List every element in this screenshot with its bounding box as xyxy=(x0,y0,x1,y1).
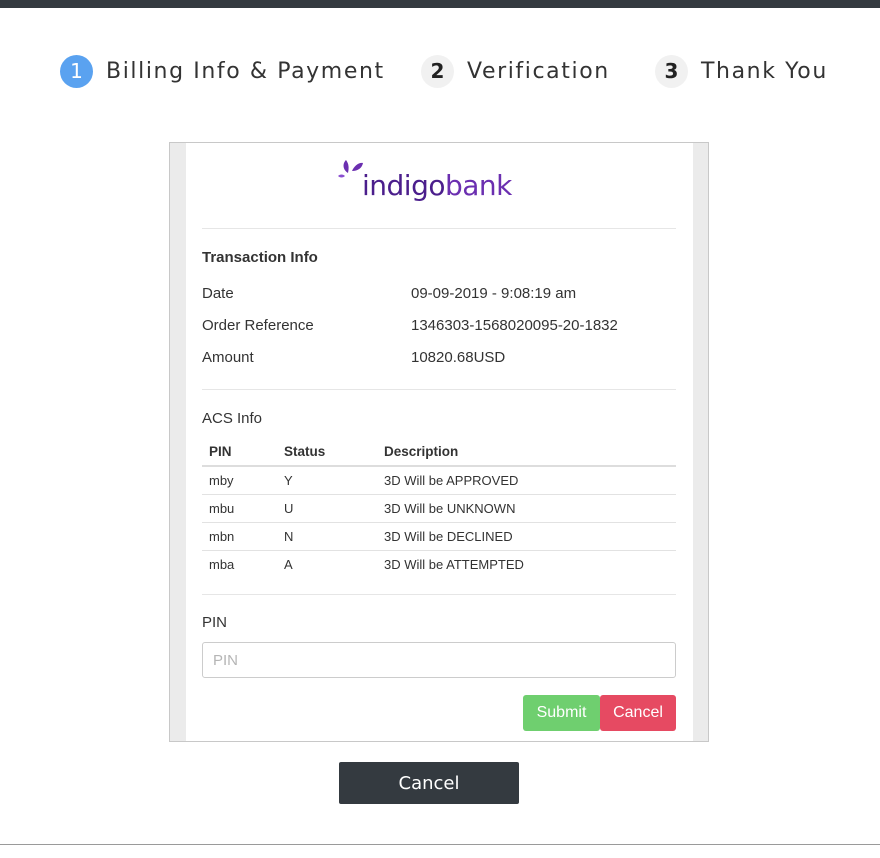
date-value: 09-09-2019 - 9:08:19 am xyxy=(411,285,577,302)
step-label-billing: Billing Info & Payment xyxy=(106,58,385,84)
cell-description: 3D Will be DECLINED xyxy=(377,522,676,551)
table-row: mby Y 3D Will be APPROVED xyxy=(202,466,676,495)
column-header-pin: PIN xyxy=(202,438,277,467)
order-reference-label: Order Reference xyxy=(202,317,314,334)
cell-pin: mba xyxy=(209,556,235,572)
bank-logo: indigobank xyxy=(336,157,536,207)
pin-label: PIN xyxy=(202,614,228,631)
order-reference-value: 1346303-1568020095-20-1832 xyxy=(411,317,618,334)
amount-label: Amount xyxy=(202,349,254,366)
divider xyxy=(202,228,676,229)
step-verification: 2 Verification xyxy=(421,54,610,88)
acs-table: PIN Status Description mby Y 3D Will be … xyxy=(202,438,676,578)
pin-input[interactable] xyxy=(202,642,676,678)
step-billing-info: 1 Billing Info & Payment xyxy=(60,54,385,88)
top-bar xyxy=(0,0,880,8)
step-number-3: 3 xyxy=(655,54,688,88)
bottom-divider xyxy=(0,844,880,845)
step-label-thank-you: Thank You xyxy=(701,58,828,84)
transaction-info-title: Transaction Info xyxy=(202,249,318,266)
cell-status: U xyxy=(277,494,377,523)
step-number-1: 1 xyxy=(60,54,93,88)
cancel-button[interactable]: Cancel xyxy=(600,695,676,731)
acs-panel: indigobank Transaction Info Date 09-09-2… xyxy=(186,143,693,741)
cell-description: 3D Will be UNKNOWN xyxy=(377,494,676,523)
outer-cancel-button[interactable]: Cancel xyxy=(339,762,519,804)
step-number-2: 2 xyxy=(421,54,454,88)
acs-info-title: ACS Info xyxy=(202,410,263,427)
cell-pin: mbn xyxy=(202,522,277,551)
logo-text-bank: bank xyxy=(444,169,512,202)
table-row: mbu U 3D Will be UNKNOWN xyxy=(202,494,676,523)
table-header-row: PIN Status Description xyxy=(202,438,676,467)
logo-text-indigo: indigo xyxy=(362,169,445,202)
cell-description: 3D Will be APPROVED xyxy=(377,466,676,495)
cell-pin: mby xyxy=(202,466,277,495)
table-row: mbn N 3D Will be DECLINED xyxy=(202,522,676,551)
step-label-verification: Verification xyxy=(467,58,610,84)
date-label: Date xyxy=(202,285,234,302)
submit-button[interactable]: Submit xyxy=(523,695,600,731)
amount-value: 10820.68USD xyxy=(411,349,506,366)
cell-pin: mbu xyxy=(202,494,277,523)
acs-frame: indigobank Transaction Info Date 09-09-2… xyxy=(169,142,709,742)
divider xyxy=(202,389,676,390)
cell-description: 3D Will be ATTEMPTED xyxy=(384,556,524,572)
cell-status: N xyxy=(277,522,377,551)
table-row: mba A 3D Will be ATTEMPTED xyxy=(202,550,676,578)
bank-logo-text: indigobank xyxy=(362,169,512,202)
divider xyxy=(202,594,676,595)
column-header-description: Description xyxy=(377,438,676,467)
cell-status: Y xyxy=(277,466,377,495)
column-header-status: Status xyxy=(277,438,377,467)
step-thank-you: 3 Thank You xyxy=(655,54,828,88)
cell-status: A xyxy=(284,556,293,572)
